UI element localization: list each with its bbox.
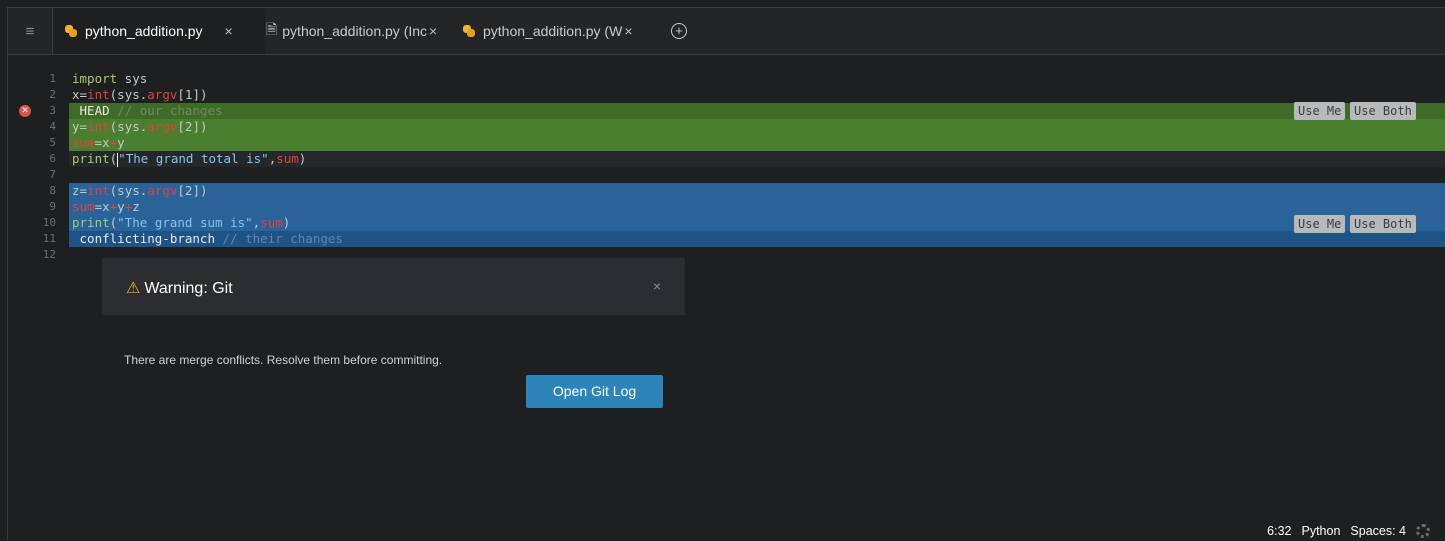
code-token: y xyxy=(117,135,125,150)
code-token: import xyxy=(72,71,118,86)
conflict-branch-label: conflicting-branch xyxy=(72,231,215,246)
status-bar: 6:32 Python Spaces: 4 xyxy=(1267,521,1430,541)
code-token: (sys. xyxy=(109,183,148,198)
line-number: 5 xyxy=(49,136,56,149)
code-line: 4 y=int(sys.argv[2]) xyxy=(8,119,1445,135)
tab-python-addition[interactable]: python_addition.py × xyxy=(53,8,265,54)
code-token: ) xyxy=(298,151,307,166)
line-number: 9 xyxy=(49,200,56,213)
code-token: argv xyxy=(147,183,178,198)
close-icon[interactable]: × xyxy=(653,278,661,294)
python-file-icon xyxy=(463,25,475,37)
tab-python-addition-incoming[interactable]: 🗎 python_addition.py (Inc × xyxy=(266,8,437,54)
dialog-header: ⚠ Warning: Git × xyxy=(102,258,685,315)
line-number: 4 xyxy=(49,120,56,133)
dialog-body: There are merge conflicts. Resolve them … xyxy=(102,315,685,430)
code-token: x= xyxy=(72,87,88,102)
code-token: sum xyxy=(260,215,283,230)
code-token: sys xyxy=(117,71,148,86)
close-tab-icon[interactable]: × xyxy=(225,23,233,39)
code-token: argv xyxy=(147,119,178,134)
code-comment: // their changes xyxy=(215,231,343,246)
line-number: 11 xyxy=(42,232,56,245)
open-git-log-button[interactable]: Open Git Log xyxy=(526,375,663,408)
line-number: 2 xyxy=(49,88,56,101)
code-token: (sys. xyxy=(109,119,148,134)
code-token: =x xyxy=(94,135,110,150)
line-number: 6 xyxy=(49,152,56,165)
code-line: 2 x=int(sys.argv[1]) xyxy=(8,87,1445,103)
line-number: 3 xyxy=(49,104,56,117)
menu-icon[interactable]: ≡ xyxy=(8,8,53,54)
line-number: 7 xyxy=(49,168,56,181)
code-token: argv xyxy=(147,87,178,102)
gear-icon[interactable] xyxy=(1416,524,1430,538)
tab-bar: ≡ python_addition.py × 🗎 python_addition… xyxy=(8,8,1445,55)
code-comment: // our changes xyxy=(109,103,223,118)
code-editor[interactable]: ✕ 1 import sys 2 x=int(sys.argv[1]) 3 HE… xyxy=(8,63,1445,263)
code-token: ) xyxy=(282,215,291,230)
line-number: 10 xyxy=(42,216,56,229)
cursor-position[interactable]: 6:32 xyxy=(1267,524,1291,538)
conflict-head-label: HEAD xyxy=(72,103,110,118)
code-token: =x xyxy=(94,199,110,214)
use-both-button[interactable]: Use Both xyxy=(1350,102,1416,120)
tab-label: python_addition.py (W xyxy=(483,23,623,39)
code-token: int xyxy=(87,119,110,134)
code-line: 5 sum=x+y xyxy=(8,135,1445,151)
code-token: [1]) xyxy=(177,87,208,102)
code-line: 11 conflicting-branch // their changes xyxy=(8,231,1445,247)
code-line: 6 print("The grand total is",sum) xyxy=(8,151,1445,167)
code-token: y xyxy=(117,199,125,214)
dialog-title: ⚠ Warning: Git xyxy=(126,278,233,298)
tab-python-addition-working[interactable]: python_addition.py (W × xyxy=(463,8,633,54)
code-line: 7 xyxy=(8,167,1445,183)
code-token: sum xyxy=(276,151,299,166)
tab-label: python_addition.py xyxy=(85,23,203,39)
code-token: sum xyxy=(72,135,95,150)
code-line: 8 z=int(sys.argv[2]) xyxy=(8,183,1445,199)
code-line: 1 import sys xyxy=(8,71,1445,87)
code-token: "The grand total is" xyxy=(118,151,269,166)
code-token: [2]) xyxy=(177,119,208,134)
code-token: int xyxy=(87,183,110,198)
code-token: z xyxy=(132,199,140,214)
line-number: 12 xyxy=(42,248,56,261)
warning-icon: ⚠ xyxy=(126,280,141,297)
code-token: (sys. xyxy=(109,87,148,102)
dialog-title-text: Warning: Git xyxy=(144,280,233,297)
close-tab-icon[interactable]: × xyxy=(429,23,437,39)
code-token: int xyxy=(87,87,110,102)
indentation-setting[interactable]: Spaces: 4 xyxy=(1350,524,1406,538)
code-line: 10 print("The grand sum is",sum) Use Me … xyxy=(8,215,1445,233)
python-file-icon xyxy=(65,25,77,37)
line-number: 8 xyxy=(49,184,56,197)
code-token: y= xyxy=(72,119,88,134)
editor-window: ≡ python_addition.py × 🗎 python_addition… xyxy=(7,7,1445,540)
code-line: 3 HEAD // our changes Use Me Use Both xyxy=(8,102,1445,120)
code-token: sum xyxy=(72,199,95,214)
code-token: "The grand sum is" xyxy=(117,215,253,230)
close-tab-icon[interactable]: × xyxy=(624,23,632,39)
code-token: [2]) xyxy=(177,183,208,198)
code-token: z= xyxy=(72,183,88,198)
use-me-button[interactable]: Use Me xyxy=(1294,102,1346,120)
language-mode[interactable]: Python xyxy=(1301,524,1340,538)
code-line: 9 sum=x+y+z xyxy=(8,199,1445,215)
code-token: ( xyxy=(109,151,118,166)
line-number: 1 xyxy=(49,72,56,85)
code-token: print xyxy=(72,215,110,230)
code-token: print xyxy=(72,151,110,166)
document-icon: 🗎 xyxy=(266,21,278,37)
add-tab-icon[interactable]: + xyxy=(671,23,687,39)
dialog-message: There are merge conflicts. Resolve them … xyxy=(124,353,443,367)
tab-label: python_addition.py (Inc xyxy=(282,23,428,39)
